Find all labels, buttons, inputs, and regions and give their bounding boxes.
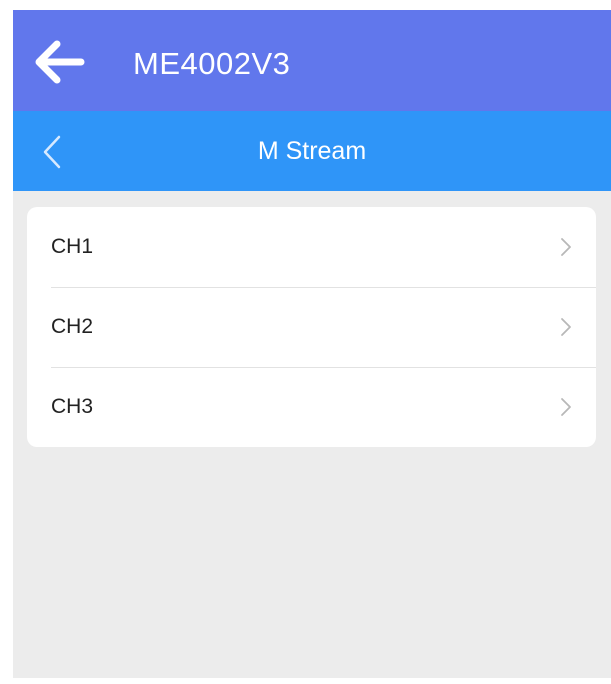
list-item-ch3[interactable]: CH3 (27, 367, 596, 447)
chevron-right-icon (561, 318, 571, 336)
chevron-right-icon (561, 238, 571, 256)
app-title: ME4002V3 (133, 46, 291, 81)
list-item-label: CH2 (51, 315, 94, 338)
sub-header: M Stream (13, 111, 611, 191)
sub-back-button[interactable] (39, 133, 67, 171)
back-button[interactable] (33, 40, 85, 84)
page-title: M Stream (257, 137, 367, 165)
chevron-right-icon (561, 398, 571, 416)
list-item-label: CH3 (51, 395, 94, 418)
arrow-left-icon (35, 40, 85, 84)
chevron-left-icon (43, 135, 61, 169)
phone-screen: ME4002V3 M Stream CH1 CH2 CH3 (13, 10, 611, 678)
app-bar: ME4002V3 (13, 10, 611, 111)
list-item-ch2[interactable]: CH2 (27, 287, 596, 367)
list-item-label: CH1 (51, 235, 94, 258)
channel-list: CH1 CH2 CH3 (27, 207, 596, 447)
list-item-ch1[interactable]: CH1 (27, 207, 596, 287)
